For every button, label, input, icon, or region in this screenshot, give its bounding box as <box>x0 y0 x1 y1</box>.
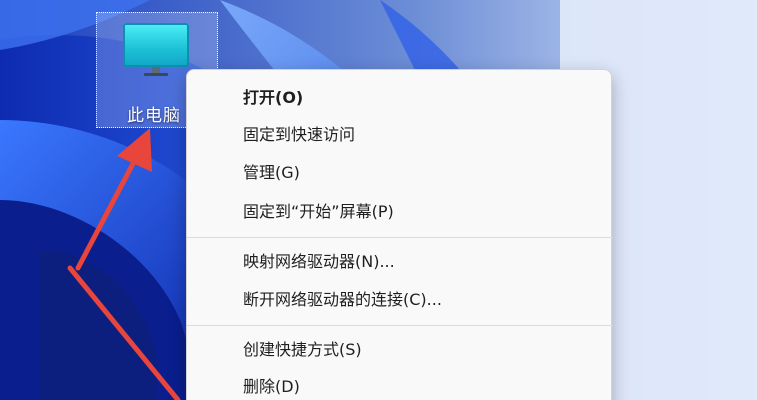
menu-item-create-shortcut[interactable]: 创建快捷方式(S) <box>243 335 603 365</box>
desktop-icon-label: 此电脑 <box>127 106 181 126</box>
this-pc-monitor-icon <box>123 23 189 76</box>
context-menu: 打开(O) 固定到快速访问 管理(G) 固定到“开始”屏幕(P) 映射网络驱动器… <box>186 69 613 400</box>
menu-divider <box>187 237 613 238</box>
menu-item-disconnect-network-drive[interactable]: 断开网络驱动器的连接(C)... <box>243 285 603 315</box>
menu-item-pin-quick-access[interactable]: 固定到快速访问 <box>243 120 603 150</box>
desktop: 此电脑 打开(O) 固定到快速访问 管理(G) 固定到“开始”屏幕(P) 映射网… <box>0 0 757 400</box>
menu-item-map-network-drive[interactable]: 映射网络驱动器(N)... <box>243 247 603 277</box>
menu-divider <box>187 325 613 326</box>
menu-item-manage[interactable]: 管理(G) <box>243 158 603 188</box>
menu-item-open[interactable]: 打开(O) <box>243 83 603 113</box>
menu-item-pin-start[interactable]: 固定到“开始”屏幕(P) <box>243 197 603 227</box>
menu-item-delete[interactable]: 删除(D) <box>243 372 603 400</box>
